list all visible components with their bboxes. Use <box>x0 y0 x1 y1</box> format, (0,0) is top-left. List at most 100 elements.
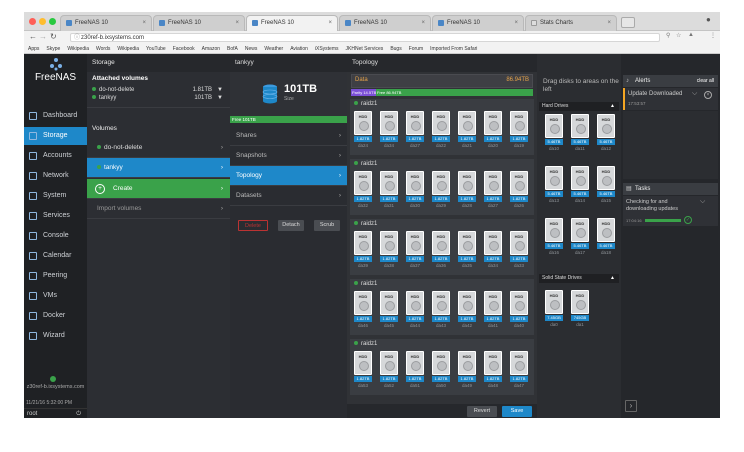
disk-item[interactable]: HDD 1.82TB da39 <box>354 231 372 269</box>
nav-item-system[interactable]: System <box>24 187 87 205</box>
task-item[interactable]: Checking for and downloading updates 17:… <box>623 196 718 226</box>
bookmark-item[interactable]: Forum <box>409 46 423 52</box>
dropdown-icon[interactable]: ▼ <box>217 87 223 93</box>
bookmark-item[interactable]: Facebook <box>173 46 195 52</box>
disk-item[interactable]: HDD 1.82TB da32 <box>354 171 372 209</box>
clear-all-alerts-button[interactable]: clear all <box>697 75 714 87</box>
disk-item[interactable]: HDD 1.82TB da26 <box>510 171 528 209</box>
disk-item[interactable]: HDD 5.46TB da12 <box>597 114 615 152</box>
bookmark-item[interactable]: Skype <box>46 46 60 52</box>
disk-item[interactable]: HDD 1.82TB da43 <box>432 291 450 329</box>
bookmark-item[interactable]: Wikipedia <box>67 46 89 52</box>
attached-volume-1[interactable]: do-not-delete 1.81TB ▼ <box>92 87 226 93</box>
power-icon[interactable]: ⏻ <box>76 409 81 418</box>
browser-tab-1[interactable]: FreeNAS 10 × <box>60 15 152 31</box>
disk-item[interactable]: HDD 1.82TB da49 <box>458 351 476 389</box>
bookmark-item[interactable]: iXSystems <box>315 46 339 52</box>
pool-menu-shares[interactable]: Shares › <box>230 126 347 146</box>
back-icon[interactable]: ← <box>29 32 37 41</box>
attached-volume-2[interactable]: tankyy 101TB ▼ <box>92 95 226 101</box>
nav-item-docker[interactable]: Docker <box>24 307 87 325</box>
vdev-raidz1[interactable]: raidz1 HDD 1.82TB da39 HDD 1.82TB da38 HDD 1.82T… <box>350 219 534 275</box>
disk-item[interactable]: HDD 1.82TB da37 <box>406 231 424 269</box>
save-button[interactable]: Save <box>502 406 532 417</box>
browser-tab-6[interactable]: Stats Charts × <box>525 15 617 31</box>
disk-item[interactable]: HDD 1.82TB da44 <box>406 291 424 329</box>
chevron-down-icon[interactable]: ⌵ <box>700 198 705 206</box>
close-tab-icon[interactable]: × <box>421 16 425 30</box>
bookmark-item[interactable]: Imported From Safari <box>430 46 477 52</box>
disk-item[interactable]: HDD 1.82TB da24 <box>354 111 372 149</box>
nav-item-services[interactable]: Services <box>24 207 87 225</box>
nav-item-peering[interactable]: Peering <box>24 267 87 285</box>
disk-item[interactable]: HDD 1.82TB da20 <box>484 111 502 149</box>
dismiss-alert-icon[interactable]: × <box>704 91 712 99</box>
disk-item[interactable]: HDD 5.46TB da10 <box>545 114 563 152</box>
ssd-group-header[interactable]: Solid State Drives ▲ <box>539 274 619 283</box>
bookmark-item[interactable]: BofA <box>227 46 238 52</box>
extension-icon[interactable]: ▲ <box>688 32 694 38</box>
bookmark-item[interactable]: News <box>245 46 258 52</box>
menu-icon[interactable]: ⋮ <box>710 32 716 39</box>
maximize-window-icon[interactable] <box>49 18 56 25</box>
nav-item-calendar[interactable]: Calendar <box>24 247 87 265</box>
nav-item-accounts[interactable]: Accounts <box>24 147 87 165</box>
detach-pool-button[interactable]: Detach <box>278 220 304 231</box>
disk-item[interactable]: HDD 1.82TB da29 <box>432 171 450 209</box>
url-field[interactable]: ⓘ z30ref-b.ixsystems.com <box>70 33 660 42</box>
disk-item[interactable]: HDD 1.82TB da34 <box>380 111 398 149</box>
key-icon[interactable]: ⚲ <box>666 32 670 39</box>
import-volumes-button[interactable]: Import volumes › <box>87 199 230 219</box>
bookmark-item[interactable]: YouTube <box>146 46 166 52</box>
pool-menu-topology[interactable]: Topology › <box>230 166 347 186</box>
nav-item-storage[interactable]: Storage <box>24 127 87 145</box>
vdev-raidz1[interactable]: raidz1 HDD 1.82TB da53 HDD 1.82TB da52 HDD 1.82T… <box>350 339 534 395</box>
bookmark-item[interactable]: JKHNet Services <box>346 46 384 52</box>
volume-item-tankyy[interactable]: tankyy › <box>87 158 230 178</box>
close-tab-icon[interactable]: × <box>514 16 518 30</box>
disk-item[interactable]: HDD 1.82TB da21 <box>458 111 476 149</box>
forward-icon[interactable]: → <box>39 32 47 41</box>
disk-item[interactable]: HDD 745GB da1 <box>571 290 589 328</box>
minimize-window-icon[interactable] <box>39 18 46 25</box>
disk-item[interactable]: HDD 1.82TB da34 <box>484 231 502 269</box>
bookmark-item[interactable]: Words <box>96 46 110 52</box>
disk-item[interactable]: HDD 5.46TB da14 <box>571 166 589 204</box>
freenas-logo[interactable]: FreeNAS <box>24 57 87 91</box>
nav-item-wizard[interactable]: Wizard <box>24 327 87 345</box>
disk-item[interactable]: HDD 7.45GB da0 <box>545 290 563 328</box>
nav-item-network[interactable]: Network <box>24 167 87 185</box>
revert-button[interactable]: Revert <box>467 406 497 417</box>
pool-menu-datasets[interactable]: Datasets › <box>230 186 347 206</box>
pool-menu-snapshots[interactable]: Snapshots › <box>230 146 347 166</box>
disk-item[interactable]: HDD 1.82TB da47 <box>510 351 528 389</box>
browser-tab-2[interactable]: FreeNAS 10 × <box>153 15 245 31</box>
reload-icon[interactable]: ↻ <box>50 32 57 41</box>
new-tab-button[interactable] <box>621 17 635 28</box>
disk-item[interactable]: HDD 5.46TB da16 <box>545 218 563 256</box>
disk-item[interactable]: HDD 1.82TB da48 <box>484 351 502 389</box>
disk-item[interactable]: HDD 1.82TB da28 <box>458 171 476 209</box>
close-tab-icon[interactable]: × <box>607 16 611 30</box>
close-window-icon[interactable] <box>29 18 36 25</box>
disk-item[interactable]: HDD 1.82TB da19 <box>510 111 528 149</box>
bookmark-item[interactable]: Weather <box>264 46 283 52</box>
disk-item[interactable]: HDD 1.82TB da30 <box>406 171 424 209</box>
disk-item[interactable]: HDD 1.82TB da27 <box>406 111 424 149</box>
vdev-raidz1[interactable]: raidz1 HDD 1.82TB da24 HDD 1.82TB da34 HDD 1.82T… <box>350 99 534 155</box>
dropdown-icon[interactable]: ▼ <box>217 95 223 101</box>
browser-tab-3[interactable]: FreeNAS 10 × <box>246 15 338 31</box>
disk-item[interactable]: HDD 1.82TB da33 <box>510 231 528 269</box>
volume-item-do-not-delete[interactable]: do-not-delete › <box>87 138 230 158</box>
bookmark-item[interactable]: Amazon <box>202 46 220 52</box>
disk-item[interactable]: HDD 1.82TB da22 <box>432 111 450 149</box>
disk-item[interactable]: HDD 1.82TB da51 <box>406 351 424 389</box>
hard-drives-group-header[interactable]: Hard Drives ▲ <box>539 102 619 111</box>
vdev-raidz1[interactable]: raidz1 HDD 1.82TB da46 HDD 1.82TB da45 HDD 1.82T… <box>350 279 534 335</box>
disk-item[interactable]: HDD 1.82TB da50 <box>432 351 450 389</box>
close-tab-icon[interactable]: × <box>328 16 332 30</box>
disk-item[interactable]: HDD 1.82TB da53 <box>354 351 372 389</box>
disk-item[interactable]: HDD 1.82TB da52 <box>380 351 398 389</box>
disk-item[interactable]: HDD 5.46TB da15 <box>597 166 615 204</box>
scrub-pool-button[interactable]: Scrub <box>314 220 340 231</box>
